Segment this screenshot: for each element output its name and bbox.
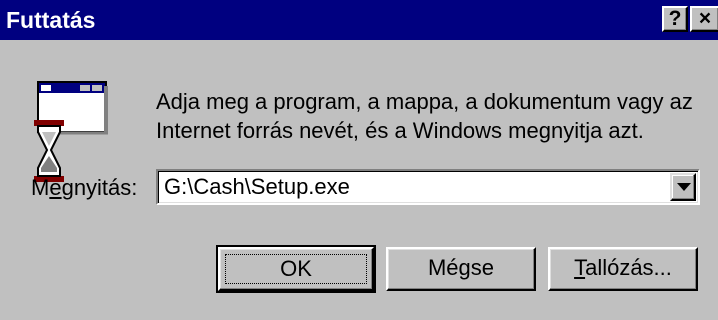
help-button[interactable]: ? bbox=[662, 6, 688, 32]
close-button[interactable]: × bbox=[690, 6, 718, 32]
browse-button[interactable]: Tallózás... bbox=[548, 247, 698, 291]
cancel-button[interactable]: Mégse bbox=[386, 247, 536, 291]
run-dialog: Futtatás ? × Adja meg a program, a mappa… bbox=[0, 0, 718, 320]
open-combobox[interactable]: G:\Cash\Setup.exe bbox=[156, 169, 700, 205]
ok-button[interactable]: OK bbox=[216, 245, 376, 293]
run-description: Adja meg a program, a mappa, a dokumentu… bbox=[156, 87, 693, 145]
chevron-down-icon bbox=[677, 183, 691, 191]
description-line-1: Adja meg a program, a mappa, a dokumentu… bbox=[156, 89, 693, 114]
title-bar[interactable]: Futtatás ? × bbox=[0, 0, 718, 40]
description-line-2: Internet forrás nevét, és a Windows megn… bbox=[156, 118, 644, 143]
open-label: Megnyitás: bbox=[31, 175, 138, 200]
dropdown-button[interactable] bbox=[670, 173, 696, 201]
ok-label: OK bbox=[225, 254, 367, 284]
window-title: Futtatás bbox=[6, 7, 96, 33]
open-input[interactable]: G:\Cash\Setup.exe bbox=[164, 173, 350, 201]
